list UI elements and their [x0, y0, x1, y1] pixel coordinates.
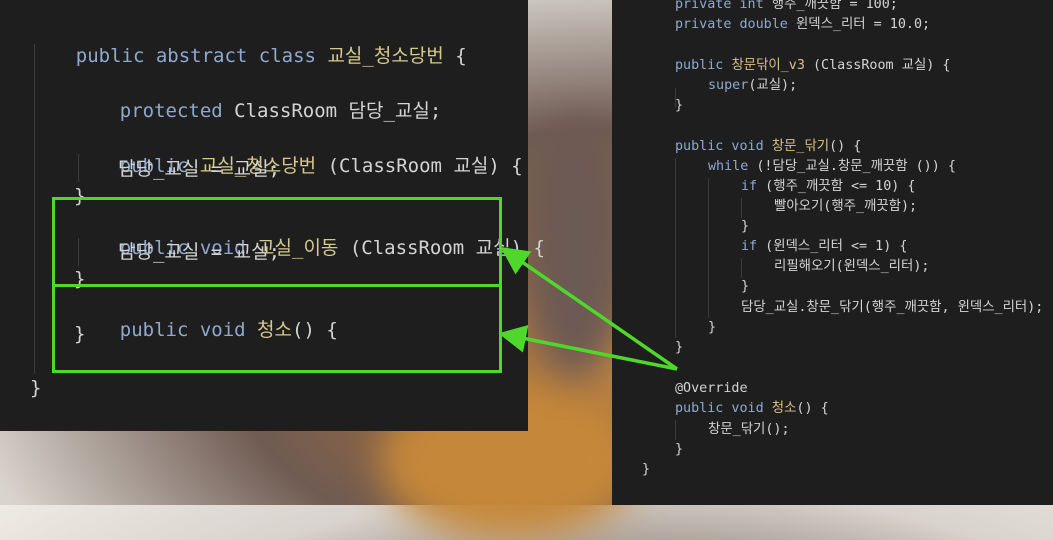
right-code-panel: private int 행주_깨끗함 = 100; private double… — [612, 0, 1053, 505]
code-line: } — [708, 320, 717, 335]
code-line: public 창문닦이_v3 (ClassRoom 교실) { — [675, 58, 951, 73]
indent-guide — [675, 420, 676, 440]
code-line: } — [675, 340, 684, 355]
override-annotation: @Override — [675, 381, 748, 396]
code-line: } — [741, 219, 750, 234]
code-line: 담당_교실.창문_닦기(행주_깨끗함, 윈덱스_리터); — [741, 300, 1044, 315]
highlight-box-move-method — [52, 197, 502, 287]
code-line: 리필해오기(윈덱스_리터); — [774, 259, 930, 274]
code-line: super(교실); — [708, 78, 798, 93]
constructor-body: 담당_교실 = 교실; — [118, 158, 281, 180]
code-line: } — [642, 462, 651, 477]
class-closing-brace: } — [30, 377, 42, 399]
code-line: public void 청소() { — [675, 401, 829, 416]
code-line: 빨아오기(행주_깨끗함); — [774, 199, 918, 214]
highlight-box-clean-method — [52, 284, 502, 373]
indent-guide — [34, 44, 35, 374]
indent-guide — [741, 258, 742, 278]
code-line: 창문_닦기(); — [708, 422, 790, 437]
code-line: } — [675, 98, 684, 113]
code-line: } — [741, 279, 750, 294]
indent-guide — [708, 178, 709, 318]
code-line: if (윈덱스_리터 <= 1) { — [741, 239, 908, 254]
code-line: if (행주_깨끗함 <= 10) { — [741, 179, 916, 194]
code-line: } — [675, 442, 684, 457]
code-line: while (!담당_교실.창문_깨끗함 ()) { — [708, 159, 956, 174]
indent-guide — [675, 158, 676, 338]
indent-guide — [741, 198, 742, 218]
code-line: private double 윈덱스_리터 = 10.0; — [675, 17, 931, 32]
code-line: private int 행주_깨끗함 = 100; — [675, 0, 898, 12]
code-line: public void 창문_닦기() { — [675, 139, 862, 154]
